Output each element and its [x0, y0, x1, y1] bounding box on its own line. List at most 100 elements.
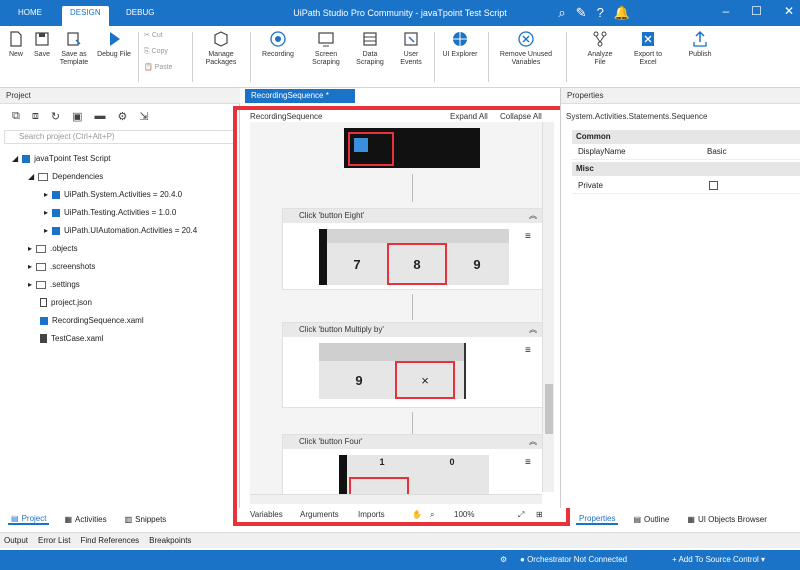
tab-find-references[interactable]: Find References — [80, 533, 139, 548]
variables-tab[interactable]: Variables — [250, 510, 283, 519]
tab-home[interactable]: HOME — [10, 6, 50, 26]
project-root[interactable]: ◢ javaTpoint Test Script — [12, 154, 111, 163]
pan-icon[interactable]: ✋ — [412, 510, 422, 519]
designer-bottom-bar: Variables Arguments Imports ✋ ⌕ 100% ⤢ ⊞ — [240, 510, 560, 526]
recording-button[interactable]: Recording — [256, 30, 300, 59]
right-panel-tabs: Properties ▤ Outline ▦ UI Objects Browser — [576, 512, 770, 526]
new-file-icon — [10, 31, 22, 47]
zoom-level[interactable]: 100% — [454, 510, 474, 519]
feedback-icon[interactable]: ✎ — [576, 5, 587, 21]
overview-icon[interactable]: ⊞ — [536, 510, 543, 519]
debug-file-button[interactable]: Debug File — [96, 30, 132, 59]
open-folder-icon[interactable]: ▬ — [94, 110, 105, 123]
tab-project[interactable]: ▤ Project — [8, 513, 50, 525]
screen-icon — [318, 32, 334, 47]
screen-scraping-button[interactable]: Screen Scraping — [306, 30, 346, 67]
pin-icon[interactable]: ⇲ — [139, 110, 148, 123]
cut-button[interactable]: ✂ Cut — [144, 32, 184, 40]
dependencies-icon — [38, 172, 49, 181]
project-tab-icon: ▤ — [11, 513, 19, 523]
publish-button[interactable]: Publish — [680, 30, 720, 59]
package-icon — [214, 31, 228, 47]
project-panel: Project ⧉ ⧈ ↻ ▣ ▬ ⚙ ⇲ Search project (Ct… — [0, 88, 240, 508]
status-bar: ⚙ ● Orchestrator Not Connected + Add To … — [0, 550, 800, 570]
copy-button[interactable]: ⎘ Copy — [144, 48, 184, 56]
collapse-all-icon[interactable]: ⧈ — [32, 110, 39, 123]
xaml-file-icon — [40, 316, 48, 325]
dependency-item[interactable]: ▸ UiPath.UIAutomation.Activities = 20.4 — [44, 226, 197, 235]
dependencies-node[interactable]: ◢ Dependencies — [28, 172, 103, 181]
folder-icon — [36, 262, 47, 271]
tab-activities[interactable]: ▦ Activities — [61, 515, 109, 524]
imports-tab[interactable]: Imports — [358, 510, 385, 519]
orchestrator-status[interactable]: ● Orchestrator Not Connected — [520, 550, 627, 570]
tab-ui-objects-browser[interactable]: ▦ UI Objects Browser — [684, 515, 769, 524]
json-file-icon — [40, 298, 47, 307]
file-item[interactable]: RecordingSequence.xaml — [40, 316, 144, 325]
tab-recording-sequence[interactable]: RecordingSequence * — [245, 89, 355, 103]
excel-icon — [642, 32, 654, 46]
close-button[interactable]: ✕ — [784, 4, 794, 18]
save-template-icon — [67, 32, 81, 46]
private-checkbox[interactable] — [709, 181, 718, 190]
package-icon — [52, 226, 61, 235]
file-item[interactable]: project.json — [40, 298, 92, 307]
expand-all-icon[interactable]: ⧉ — [12, 110, 20, 123]
save-as-template-button[interactable]: Save as Template — [56, 30, 92, 67]
folder-item[interactable]: ▸ .screenshots — [28, 262, 95, 271]
tab-snippets[interactable]: ▥ Snippets — [122, 515, 170, 524]
tab-properties[interactable]: Properties — [576, 514, 619, 525]
show-all-files-icon[interactable]: ▣ — [72, 110, 82, 123]
user-events-button[interactable]: User Events — [394, 30, 428, 67]
tab-output[interactable]: Output — [4, 533, 28, 548]
refresh-icon[interactable]: ↻ — [51, 110, 60, 123]
analyze-icon — [593, 31, 607, 47]
properties-category-misc[interactable]: Misc — [572, 162, 800, 176]
settings-icon[interactable]: ⚙ — [117, 110, 127, 123]
help-icon[interactable]: ? — [597, 5, 604, 21]
paste-button[interactable]: 📋 Paste — [144, 64, 184, 72]
tab-design[interactable]: DESIGN — [62, 6, 109, 26]
left-panel-tabs: ▤ Project ▦ Activities ▥ Snippets — [8, 512, 169, 526]
save-button[interactable]: Save — [30, 30, 54, 59]
fit-screen-icon[interactable]: ⤢ — [518, 510, 524, 520]
ribbon: New Save Save as Template Debug File ✂ C… — [0, 26, 800, 88]
folder-item[interactable]: ▸ .settings — [28, 280, 80, 289]
analyze-file-button[interactable]: Analyze File — [582, 30, 618, 67]
export-to-excel-button[interactable]: Export to Excel — [628, 30, 668, 67]
manage-packages-button[interactable]: Manage Packages — [198, 30, 244, 67]
search-icon[interactable]: ⌕ — [558, 5, 565, 21]
property-private[interactable]: Private — [572, 178, 800, 194]
output-tabs: Output Error List Find References Breakp… — [0, 532, 800, 548]
window-title: UiPath Studio Pro Community - javaTpoint… — [293, 8, 507, 18]
tab-debug[interactable]: DEBUG — [118, 6, 162, 26]
arguments-tab[interactable]: Arguments — [300, 510, 339, 519]
tab-error-list[interactable]: Error List — [38, 533, 70, 548]
play-icon — [110, 32, 120, 46]
globe-icon — [453, 32, 467, 46]
dependency-item[interactable]: ▸ UiPath.Testing.Activities = 1.0.0 — [44, 208, 176, 217]
ui-explorer-button[interactable]: UI Explorer — [440, 30, 480, 59]
project-icon — [22, 154, 31, 163]
tab-outline[interactable]: ▤ Outline — [630, 515, 672, 524]
zoom-icon[interactable]: ⌕ — [430, 510, 434, 520]
project-search-input[interactable]: Search project (Ctrl+Alt+P) — [4, 130, 236, 144]
property-displayname[interactable]: DisplayName Basic — [572, 144, 800, 160]
snippets-tab-icon: ▥ — [124, 514, 133, 524]
properties-subtitle: System.Activities.Statements.Sequence — [566, 112, 708, 121]
properties-category-common[interactable]: Common — [572, 130, 800, 144]
add-to-source-control[interactable]: + Add To Source Control ▾ — [672, 550, 765, 570]
package-icon — [52, 190, 61, 199]
new-button[interactable]: New — [4, 30, 28, 59]
tab-breakpoints[interactable]: Breakpoints — [149, 533, 191, 548]
folder-item[interactable]: ▸ .objects — [28, 244, 78, 253]
remove-unused-variables-button[interactable]: Remove Unused Variables — [496, 30, 556, 67]
notifications-icon[interactable]: 🔔 — [614, 5, 630, 21]
data-scraping-button[interactable]: Data Scraping — [352, 30, 388, 67]
dependency-item[interactable]: ▸ UiPath.System.Activities = 20.4.0 — [44, 190, 182, 199]
minimize-button[interactable]: – — [722, 4, 729, 18]
project-panel-title: Project — [0, 88, 240, 104]
maximize-button[interactable]: ☐ — [751, 4, 762, 18]
status-gear-icon[interactable]: ⚙ — [500, 550, 507, 570]
file-item[interactable]: TestCase.xaml — [40, 334, 103, 343]
